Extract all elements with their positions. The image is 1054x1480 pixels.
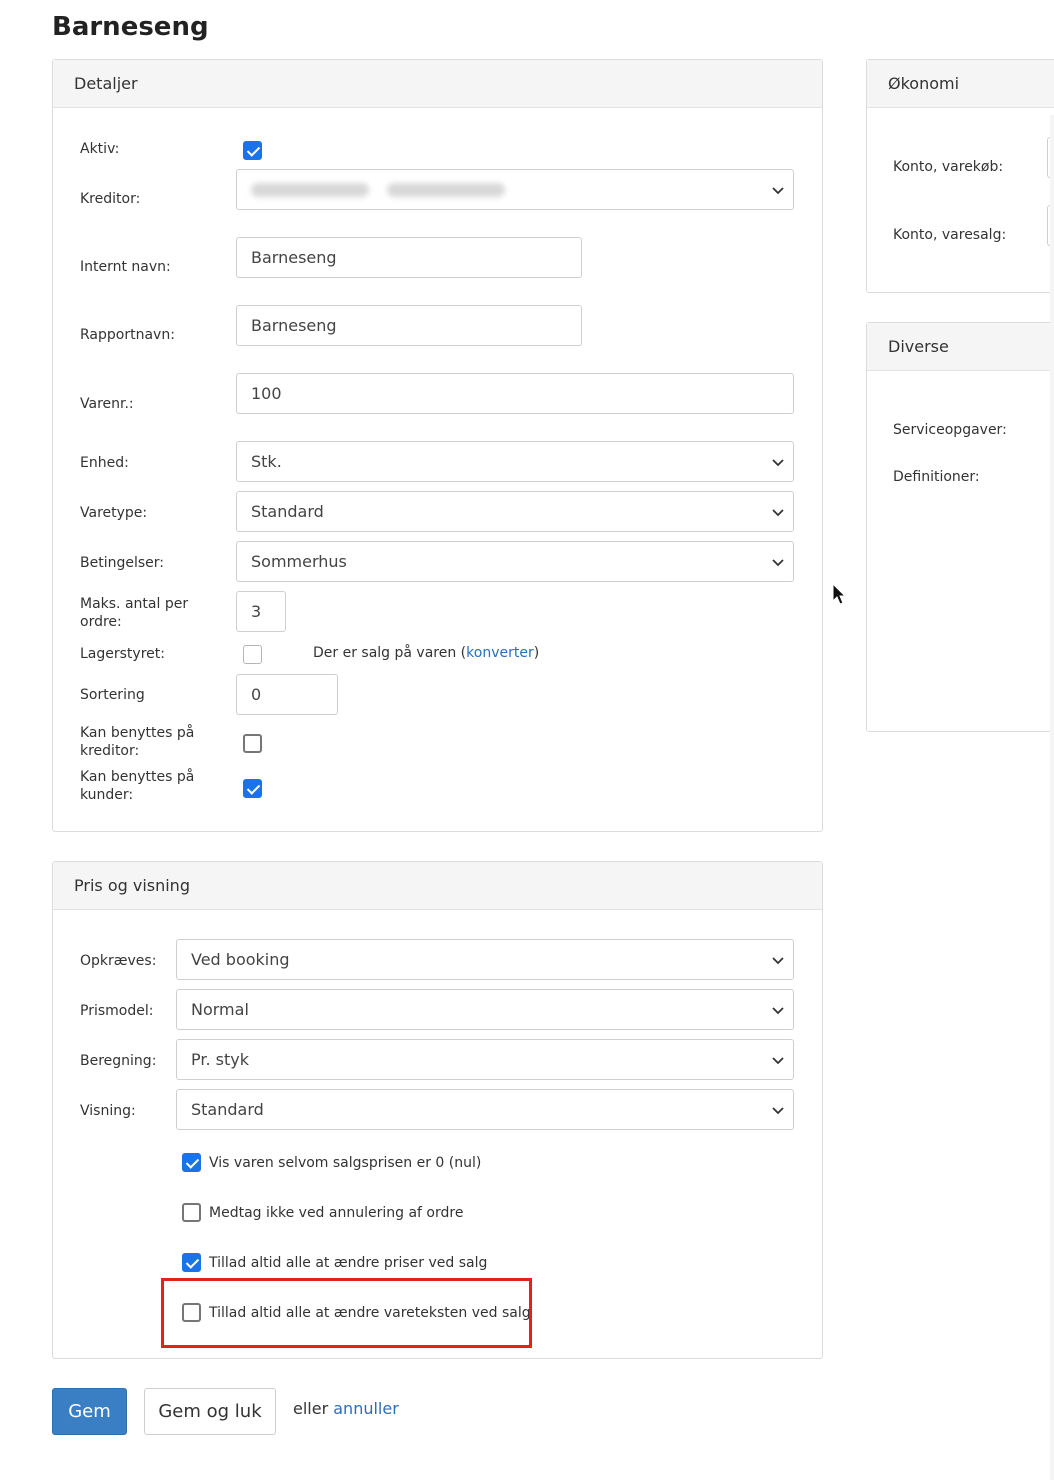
mouse-cursor-icon xyxy=(832,583,847,605)
right-edge-strip xyxy=(1050,115,1054,1480)
internt-navn-input[interactable]: Barneseng xyxy=(236,237,582,278)
beregning-label: Beregning: xyxy=(80,1053,157,1069)
option-label-vis-varen: Vis varen selvom salgsprisen er 0 (nul) xyxy=(209,1155,482,1171)
maks-antal-label: Maks. antal per xyxy=(80,596,189,612)
kreditor-label: Kreditor: xyxy=(80,191,141,207)
option-label-medtag-ikke: Medtag ikke ved annulering af ordre xyxy=(209,1205,464,1221)
konto-varekob-label: Konto, varekøb: xyxy=(893,159,1004,175)
kan-kreditor-checkbox[interactable] xyxy=(243,734,262,753)
kan-kunder-label: Kan benyttes på xyxy=(80,769,195,785)
option-label-tillad-priser: Tillad altid alle at ændre priser ved sa… xyxy=(209,1255,488,1271)
aktiv-checkbox[interactable] xyxy=(243,141,262,160)
okonomi-panel: Økonomi xyxy=(866,59,1054,293)
internt-navn-label: Internt navn: xyxy=(80,259,171,275)
eller-text: eller annuller xyxy=(293,1399,399,1418)
serviceopgaver-label: Serviceopgaver: xyxy=(893,422,1007,438)
definitioner-label: Definitioner: xyxy=(893,469,980,485)
chevron-down-icon xyxy=(772,956,784,964)
kreditor-redacted-value xyxy=(251,182,369,197)
option-checkbox-medtag-ikke[interactable] xyxy=(182,1203,201,1222)
opkraeves-value: Ved booking xyxy=(191,950,290,969)
beregning-value: Pr. styk xyxy=(191,1050,249,1069)
salg-note-end: ) xyxy=(533,645,540,661)
betingelser-value: Sommerhus xyxy=(251,552,347,571)
visning-label: Visning: xyxy=(80,1103,136,1119)
kan-kreditor-label: Kan benyttes på xyxy=(80,725,195,741)
kreditor-redacted-value-2 xyxy=(387,182,505,197)
okonomi-heading: Økonomi xyxy=(867,60,1054,108)
detaljer-heading: Detaljer xyxy=(53,60,822,108)
chevron-down-icon xyxy=(772,1106,784,1114)
aktiv-label: Aktiv: xyxy=(80,141,120,157)
gem-button[interactable]: Gem xyxy=(52,1388,127,1435)
sortering-label: Sortering xyxy=(80,687,145,703)
salg-note: Der er salg på varen (konverter) xyxy=(313,645,539,661)
chevron-down-icon xyxy=(772,186,784,194)
varetype-select[interactable]: Standard xyxy=(236,491,794,532)
betingelser-label: Betingelser: xyxy=(80,555,164,571)
beregning-select[interactable]: Pr. styk xyxy=(176,1039,794,1080)
betingelser-select[interactable]: Sommerhus xyxy=(236,541,794,582)
lagerstyret-label: Lagerstyret: xyxy=(80,646,165,662)
maks-antal-input[interactable]: 3 xyxy=(236,591,286,632)
chevron-down-icon xyxy=(772,1056,784,1064)
diverse-heading: Diverse xyxy=(867,323,1054,371)
sortering-input[interactable]: 0 xyxy=(236,674,338,715)
rapportnavn-label: Rapportnavn: xyxy=(80,327,175,343)
kan-kreditor-label-2: kreditor: xyxy=(80,743,140,759)
annuller-link[interactable]: annuller xyxy=(333,1399,399,1418)
enhed-value: Stk. xyxy=(251,452,282,471)
visning-select[interactable]: Standard xyxy=(176,1089,794,1130)
chevron-down-icon xyxy=(772,508,784,516)
pris-heading: Pris og visning xyxy=(53,862,822,910)
chevron-down-icon xyxy=(772,458,784,466)
lagerstyret-checkbox xyxy=(243,645,262,664)
highlight-box xyxy=(161,1278,532,1348)
kan-kunder-checkbox[interactable] xyxy=(243,779,262,798)
option-checkbox-tillad-priser[interactable] xyxy=(182,1253,201,1272)
chevron-down-icon xyxy=(772,1006,784,1014)
opkraeves-select[interactable]: Ved booking xyxy=(176,939,794,980)
enhed-select[interactable]: Stk. xyxy=(236,441,794,482)
opkraeves-label: Opkræves: xyxy=(80,953,157,969)
kan-kunder-label-2: kunder: xyxy=(80,787,134,803)
page-title: Barneseng xyxy=(52,12,209,42)
diverse-panel: Diverse xyxy=(866,322,1054,732)
konto-varesalg-label: Konto, varesalg: xyxy=(893,227,1007,243)
visning-value: Standard xyxy=(191,1100,264,1119)
gem-og-luk-button[interactable]: Gem og luk xyxy=(144,1388,276,1435)
enhed-label: Enhed: xyxy=(80,455,129,471)
varenr-input[interactable]: 100 xyxy=(236,373,794,414)
kreditor-select[interactable] xyxy=(236,169,794,210)
eller-label: eller xyxy=(293,1399,329,1418)
prismodel-value: Normal xyxy=(191,1000,249,1019)
maks-antal-label-2: ordre: xyxy=(80,614,122,630)
konverter-link[interactable]: konverter xyxy=(466,645,534,661)
prismodel-label: Prismodel: xyxy=(80,1003,154,1019)
varetype-label: Varetype: xyxy=(80,505,148,521)
rapportnavn-input[interactable]: Barneseng xyxy=(236,305,582,346)
prismodel-select[interactable]: Normal xyxy=(176,989,794,1030)
chevron-down-icon xyxy=(772,558,784,566)
varenr-label: Varenr.: xyxy=(80,396,134,412)
option-checkbox-vis-varen[interactable] xyxy=(182,1153,201,1172)
salg-note-text: Der er salg på varen ( xyxy=(313,645,467,661)
varetype-value: Standard xyxy=(251,502,324,521)
